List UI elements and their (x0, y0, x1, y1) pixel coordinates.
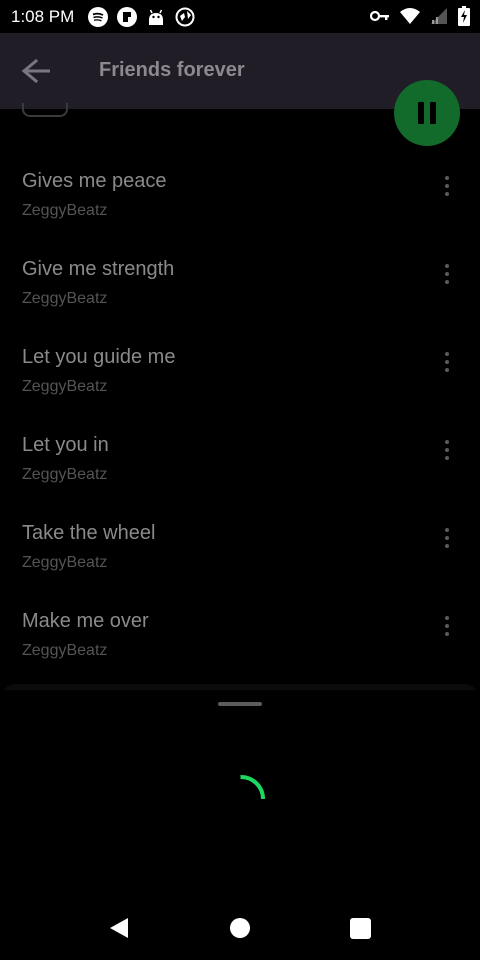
status-bar: 1:08 PM (0, 0, 480, 33)
android-robot-icon (149, 9, 164, 25)
wifi-icon (400, 8, 420, 24)
home-circle-icon[interactable] (230, 918, 250, 938)
recents-square-icon[interactable] (350, 918, 371, 939)
more-options-icon[interactable] (434, 258, 460, 290)
track-title: Gives me peace (22, 170, 167, 192)
more-options-icon[interactable] (434, 610, 460, 642)
battery-charging-icon (458, 6, 470, 26)
loading-spinner-icon (217, 775, 265, 800)
navigation-bar (0, 882, 480, 960)
track-row[interactable]: Let you guide me ZeggyBeatz (0, 328, 480, 416)
track-title: Make me over (22, 610, 149, 632)
status-time: 1:08 PM (11, 6, 75, 26)
drag-handle[interactable] (218, 702, 262, 706)
vpn-globe-icon (175, 7, 195, 26)
spotify-icon (88, 6, 109, 27)
page-title: Friends forever (99, 59, 245, 81)
arrow-left-icon (21, 58, 50, 84)
track-title: Give me strength (22, 258, 175, 280)
vpn-key-icon (370, 10, 389, 22)
track-artist: ZeggyBeatz (22, 378, 108, 395)
back-button[interactable] (20, 53, 54, 89)
track-artist: ZeggyBeatz (22, 202, 108, 219)
track-row[interactable]: Make me over ZeggyBeatz (0, 592, 480, 680)
scrolled-button-edge (22, 103, 68, 117)
more-options-icon[interactable] (434, 522, 460, 554)
pause-icon (415, 102, 439, 124)
track-row[interactable]: Give me strength ZeggyBeatz (0, 240, 480, 328)
pause-button[interactable] (394, 80, 460, 146)
track-row[interactable]: Gives me peace ZeggyBeatz (0, 152, 480, 240)
more-options-icon[interactable] (434, 346, 460, 378)
system-icons (370, 6, 470, 26)
track-title: Let you guide me (22, 346, 176, 368)
more-options-icon[interactable] (434, 434, 460, 466)
track-artist: ZeggyBeatz (22, 466, 108, 483)
notification-icons (88, 6, 195, 27)
track-artist: ZeggyBeatz (22, 290, 108, 307)
cell-signal-icon (431, 8, 447, 24)
back-triangle-icon[interactable] (108, 916, 130, 940)
more-options-icon[interactable] (434, 170, 460, 202)
track-row[interactable]: Take the wheel ZeggyBeatz (0, 504, 480, 592)
track-row[interactable]: Let you in ZeggyBeatz (0, 416, 480, 504)
track-artist: ZeggyBeatz (22, 554, 108, 571)
track-artist: ZeggyBeatz (22, 642, 108, 659)
app-icon (117, 6, 138, 27)
track-title: Let you in (22, 434, 109, 456)
track-title: Take the wheel (22, 522, 156, 544)
